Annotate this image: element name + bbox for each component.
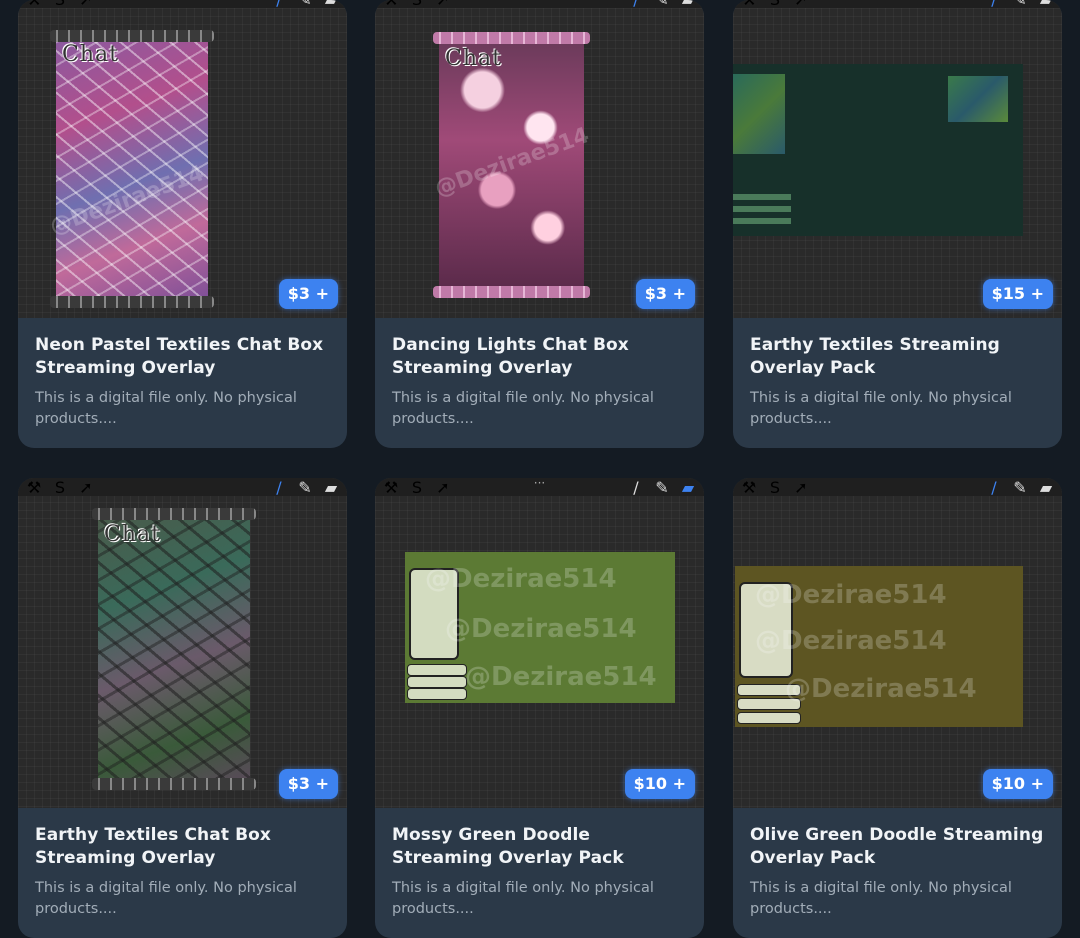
- product-description: This is a digital file only. No physical…: [392, 880, 654, 917]
- drawing-toolbar: ⚒ S ➚ / ✎ ▰: [18, 478, 347, 497]
- watermark-text: @Dezirae514: [465, 662, 657, 692]
- eraser-icon: ▰: [681, 478, 695, 497]
- smudge-icon: ✎: [1013, 478, 1027, 497]
- watermark-text: @Dezirae514: [445, 614, 637, 644]
- brush-icon: /: [273, 0, 285, 9]
- arrow-icon: ➚: [79, 478, 93, 497]
- s-icon: S: [411, 0, 423, 9]
- chat-box-artwork: Chat: [92, 508, 256, 790]
- product-title[interactable]: Olive Green Doodle Streaming Overlay Pac…: [750, 824, 1045, 870]
- eraser-icon: ▰: [1040, 0, 1052, 9]
- wrench-icon: ⚒: [383, 478, 399, 497]
- overlay-pack-artwork: @Dezirae514 @Dezirae514 @Dezirae514: [405, 552, 675, 703]
- product-card[interactable]: ⚒ S ➚ / ✎ ▰ @Dezirae514 @Dezirae514 @Dezirae…: [733, 478, 1062, 938]
- product-title[interactable]: Earthy Textiles Chat Box Streaming Overl…: [35, 824, 330, 870]
- product-description: This is a digital file only. No physical…: [750, 390, 1012, 427]
- product-title[interactable]: Neon Pastel Textiles Chat Box Streaming …: [35, 334, 330, 380]
- product-description: This is a digital file only. No physical…: [750, 880, 1012, 917]
- overlay-pack-artwork: @Dezirae514 @Dezirae514 @Dezirae514: [735, 566, 1023, 727]
- brush-icon: /: [276, 478, 282, 497]
- wrench-icon: ⚒: [742, 0, 756, 9]
- arrow-icon: ➚: [436, 0, 449, 9]
- chat-label: Chat: [62, 42, 119, 67]
- brush-icon: /: [630, 0, 642, 9]
- more-dots-icon: ···: [533, 478, 546, 490]
- arrow-icon: ➚: [794, 478, 808, 497]
- arrow-icon: ➚: [794, 0, 807, 9]
- price-badge[interactable]: $3 +: [635, 279, 695, 309]
- wrench-icon: ⚒: [26, 478, 42, 497]
- drawing-toolbar: ⚒ S ➚ / ✎ ▰: [375, 0, 704, 9]
- watermark-text: @Dezirae514: [425, 564, 617, 594]
- wrench-icon: ⚒: [741, 478, 757, 497]
- smudge-icon: ✎: [1013, 0, 1026, 9]
- brush-icon: /: [988, 0, 1000, 9]
- drawing-toolbar: ⚒ S ➚ / ✎ ▰: [733, 478, 1062, 497]
- chat-label: Chat: [445, 46, 502, 71]
- overlay-pack-artwork: [733, 64, 1023, 236]
- watermark-text: @Dezirae514: [785, 674, 977, 704]
- product-card[interactable]: ⚒ S ➚ / ✎ ▰ $15 + Earthy Textiles Streaming …: [733, 0, 1062, 448]
- product-card[interactable]: ⚒ S ➚ / ✎ ▰ Chat @Dezirae514 $3 + Neon Paste…: [18, 0, 347, 448]
- product-thumbnail[interactable]: ⚒ S ➚ / ✎ ▰ Chat @Dezirae514 $3 +: [375, 0, 704, 318]
- s-icon: S: [769, 0, 781, 9]
- brush-icon: /: [991, 478, 997, 497]
- smudge-icon: ✎: [298, 478, 312, 497]
- wrench-icon: ⚒: [384, 0, 398, 9]
- product-thumbnail[interactable]: ⚒ S ➚ ··· / ✎ ▰ @Dezirae514 @Dezirae514 @Dez…: [375, 478, 704, 808]
- product-thumbnail[interactable]: ⚒ S ➚ / ✎ ▰ @Dezirae514 @Dezirae514 @Dezirae…: [733, 478, 1062, 808]
- price-badge[interactable]: $10 +: [624, 769, 695, 799]
- eraser-icon: ▰: [324, 478, 338, 497]
- product-description: This is a digital file only. No physical…: [35, 880, 297, 917]
- chat-box-artwork: Chat @Dezirae514: [47, 30, 214, 308]
- product-thumbnail[interactable]: ⚒ S ➚ / ✎ ▰ Chat @Dezirae514 $3 +: [18, 0, 347, 318]
- smudge-icon: ✎: [298, 0, 311, 9]
- price-badge[interactable]: $10 +: [982, 769, 1053, 799]
- drawing-toolbar: ⚒ S ➚ ··· / ✎ ▰: [375, 478, 704, 497]
- chat-label: Chat: [104, 522, 161, 547]
- smudge-icon: ✎: [655, 478, 669, 497]
- eraser-icon: ▰: [682, 0, 694, 9]
- s-icon: S: [54, 0, 66, 9]
- product-description: This is a digital file only. No physical…: [35, 390, 297, 427]
- arrow-icon: ➚: [436, 478, 450, 497]
- product-thumbnail[interactable]: ⚒ S ➚ / ✎ ▰ $15 +: [733, 0, 1062, 318]
- product-title[interactable]: Mossy Green Doodle Streaming Overlay Pac…: [392, 824, 687, 870]
- smudge-icon: ✎: [655, 0, 668, 9]
- wrench-icon: ⚒: [27, 0, 41, 9]
- watermark-text: @Dezirae514: [431, 123, 593, 202]
- watermark-text: @Dezirae514: [755, 580, 947, 610]
- price-badge[interactable]: $3 +: [278, 279, 338, 309]
- drawing-toolbar: ⚒ S ➚ / ✎ ▰: [18, 0, 347, 9]
- product-card[interactable]: ⚒ S ➚ ··· / ✎ ▰ @Dezirae514 @Dezirae514 @Dez…: [375, 478, 704, 938]
- watermark-text: @Dezirae514: [755, 626, 947, 656]
- s-icon: S: [769, 478, 781, 497]
- s-icon: S: [411, 478, 423, 497]
- product-card[interactable]: ⚒ S ➚ / ✎ ▰ Chat $3 + Earthy Textiles Chat B…: [18, 478, 347, 938]
- eraser-icon: ▰: [325, 0, 337, 9]
- brush-icon: /: [633, 478, 639, 497]
- arrow-icon: ➚: [79, 0, 92, 9]
- price-badge[interactable]: $15 +: [982, 279, 1053, 309]
- product-card[interactable]: ⚒ S ➚ / ✎ ▰ Chat @Dezirae514 $3 + Dancing Li…: [375, 0, 704, 448]
- product-thumbnail[interactable]: ⚒ S ➚ / ✎ ▰ Chat $3 +: [18, 478, 347, 808]
- s-icon: S: [54, 478, 66, 497]
- product-description: This is a digital file only. No physical…: [392, 390, 654, 427]
- eraser-icon: ▰: [1039, 478, 1053, 497]
- price-badge[interactable]: $3 +: [278, 769, 338, 799]
- chat-box-artwork: Chat @Dezirae514: [432, 32, 592, 298]
- product-title[interactable]: Earthy Textiles Streaming Overlay Pack: [750, 334, 1045, 380]
- product-title[interactable]: Dancing Lights Chat Box Streaming Overla…: [392, 334, 687, 380]
- drawing-toolbar: ⚒ S ➚ / ✎ ▰: [733, 0, 1062, 9]
